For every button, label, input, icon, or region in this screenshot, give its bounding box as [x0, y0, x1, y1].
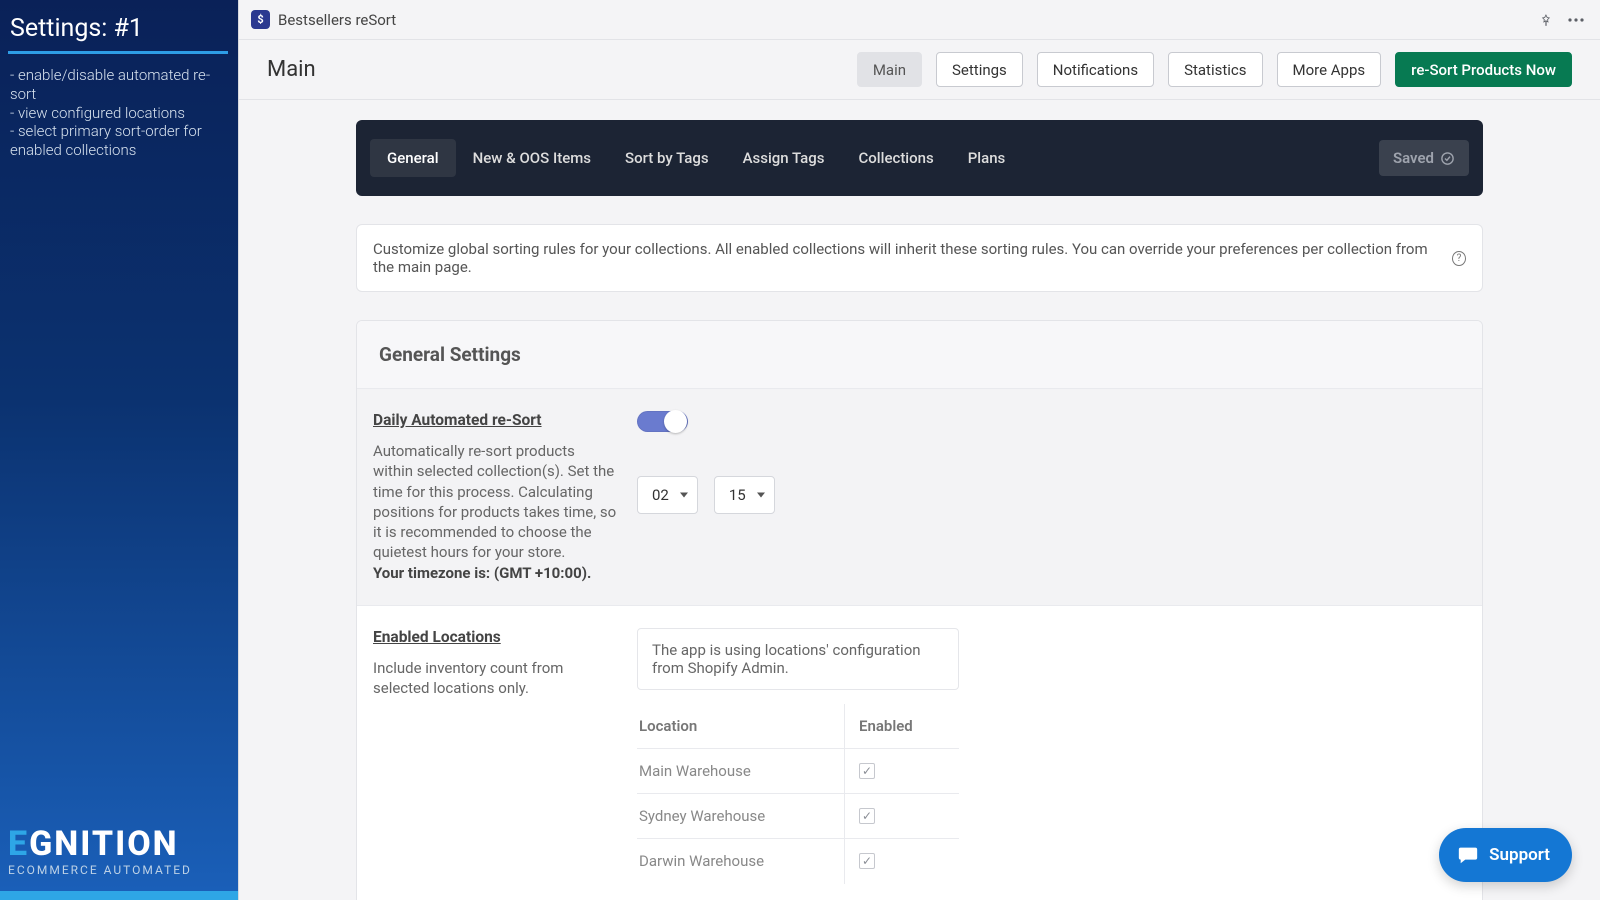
sidebar-note-line: - view configured locations: [10, 104, 228, 123]
location-name: Main Warehouse: [637, 762, 844, 780]
locations-title[interactable]: Enabled Locations: [373, 628, 617, 646]
brand-rest: GNITION: [29, 824, 179, 864]
help-icon[interactable]: ?: [1452, 251, 1466, 266]
col-enabled: Enabled: [844, 704, 959, 748]
locations-table: Location Enabled Main Warehouse ✓ Sydney…: [637, 704, 959, 884]
chevron-down-icon: [680, 493, 688, 498]
location-name: Sydney Warehouse: [637, 807, 844, 825]
tab-general[interactable]: General: [370, 139, 456, 177]
support-button[interactable]: Support: [1439, 828, 1572, 882]
help-sidebar: Settings: #1 - enable/disable automated …: [0, 0, 238, 891]
sidebar-note-line: - enable/disable automated re-sort: [10, 66, 228, 104]
info-text: Customize global sorting rules for your …: [373, 240, 1446, 276]
resort-now-button[interactable]: re-Sort Products Now: [1395, 52, 1572, 87]
hour-select[interactable]: 02: [637, 476, 698, 514]
tab-assign-tags[interactable]: Assign Tags: [726, 139, 842, 177]
page-header: Main Main Settings Notifications Statist…: [239, 40, 1600, 100]
brand-logo: EGNITION ECOMMERCE AUTOMATED: [8, 827, 192, 877]
saved-label: Saved: [1393, 149, 1434, 167]
sidebar-bottom-accent: [0, 891, 238, 900]
minute-value: 15: [729, 486, 746, 504]
sidebar-title: Settings: #1: [0, 0, 238, 51]
tab-sort-tags[interactable]: Sort by Tags: [608, 139, 726, 177]
table-row: Sydney Warehouse ✓: [637, 794, 959, 839]
table-row: Darwin Warehouse ✓: [637, 839, 959, 884]
sidebar-notes: - enable/disable automated re-sort - vie…: [0, 54, 238, 160]
page-title: Main: [267, 57, 316, 82]
minute-select[interactable]: 15: [714, 476, 775, 514]
settings-subnav: General New & OOS Items Sort by Tags Ass…: [356, 120, 1483, 196]
nav-statistics[interactable]: Statistics: [1168, 52, 1262, 87]
info-banner: Customize global sorting rules for your …: [356, 224, 1483, 292]
hour-value: 02: [652, 486, 669, 504]
brand-e: E: [8, 824, 29, 864]
col-location: Location: [637, 717, 844, 735]
app-icon: $: [251, 10, 270, 29]
table-header-row: Location Enabled: [637, 704, 959, 749]
chevron-down-icon: [757, 493, 765, 498]
toggle-knob: [664, 410, 687, 433]
section-locations: Enabled Locations Include inventory coun…: [357, 606, 1482, 900]
tab-plans[interactable]: Plans: [951, 139, 1023, 177]
card-title: General Settings: [357, 321, 1482, 389]
brand-tagline: ECOMMERCE AUTOMATED: [8, 863, 192, 877]
pin-icon[interactable]: [1534, 8, 1558, 32]
more-icon[interactable]: [1564, 8, 1588, 32]
location-enabled-checkbox[interactable]: ✓: [859, 853, 875, 869]
app-bar: $ Bestsellers reSort: [239, 0, 1600, 40]
location-enabled-checkbox[interactable]: ✓: [859, 808, 875, 824]
nav-more-apps[interactable]: More Apps: [1277, 52, 1382, 87]
nav-settings[interactable]: Settings: [936, 52, 1023, 87]
tab-new-oos[interactable]: New & OOS Items: [456, 139, 608, 177]
general-settings-card: General Settings Daily Automated re-Sort…: [356, 320, 1483, 900]
daily-tz: Your timezone is: (GMT +10:00).: [373, 564, 591, 582]
sidebar-note-line: - select primary sort-order for enabled …: [10, 122, 228, 160]
chat-icon: [1457, 844, 1479, 866]
section-daily-resort: Daily Automated re-Sort Automatically re…: [357, 389, 1482, 606]
daily-resort-toggle[interactable]: [637, 411, 688, 432]
saved-indicator: Saved: [1379, 140, 1469, 176]
nav-buttons: Main Settings Notifications Statistics M…: [857, 52, 1572, 87]
locations-note: The app is using locations' configuratio…: [637, 628, 959, 690]
daily-desc: Automatically re-sort products within se…: [373, 442, 616, 561]
nav-main[interactable]: Main: [857, 52, 922, 87]
support-label: Support: [1489, 845, 1550, 865]
tab-collections[interactable]: Collections: [842, 139, 951, 177]
location-name: Darwin Warehouse: [637, 852, 844, 870]
main-area: $ Bestsellers reSort Main Main Settings …: [238, 0, 1600, 900]
locations-desc: Include inventory count from selected lo…: [373, 658, 617, 699]
nav-notifications[interactable]: Notifications: [1037, 52, 1154, 87]
app-name: Bestsellers reSort: [278, 11, 396, 29]
daily-title[interactable]: Daily Automated re-Sort: [373, 411, 617, 429]
table-row: Main Warehouse ✓: [637, 749, 959, 794]
location-enabled-checkbox[interactable]: ✓: [859, 763, 875, 779]
